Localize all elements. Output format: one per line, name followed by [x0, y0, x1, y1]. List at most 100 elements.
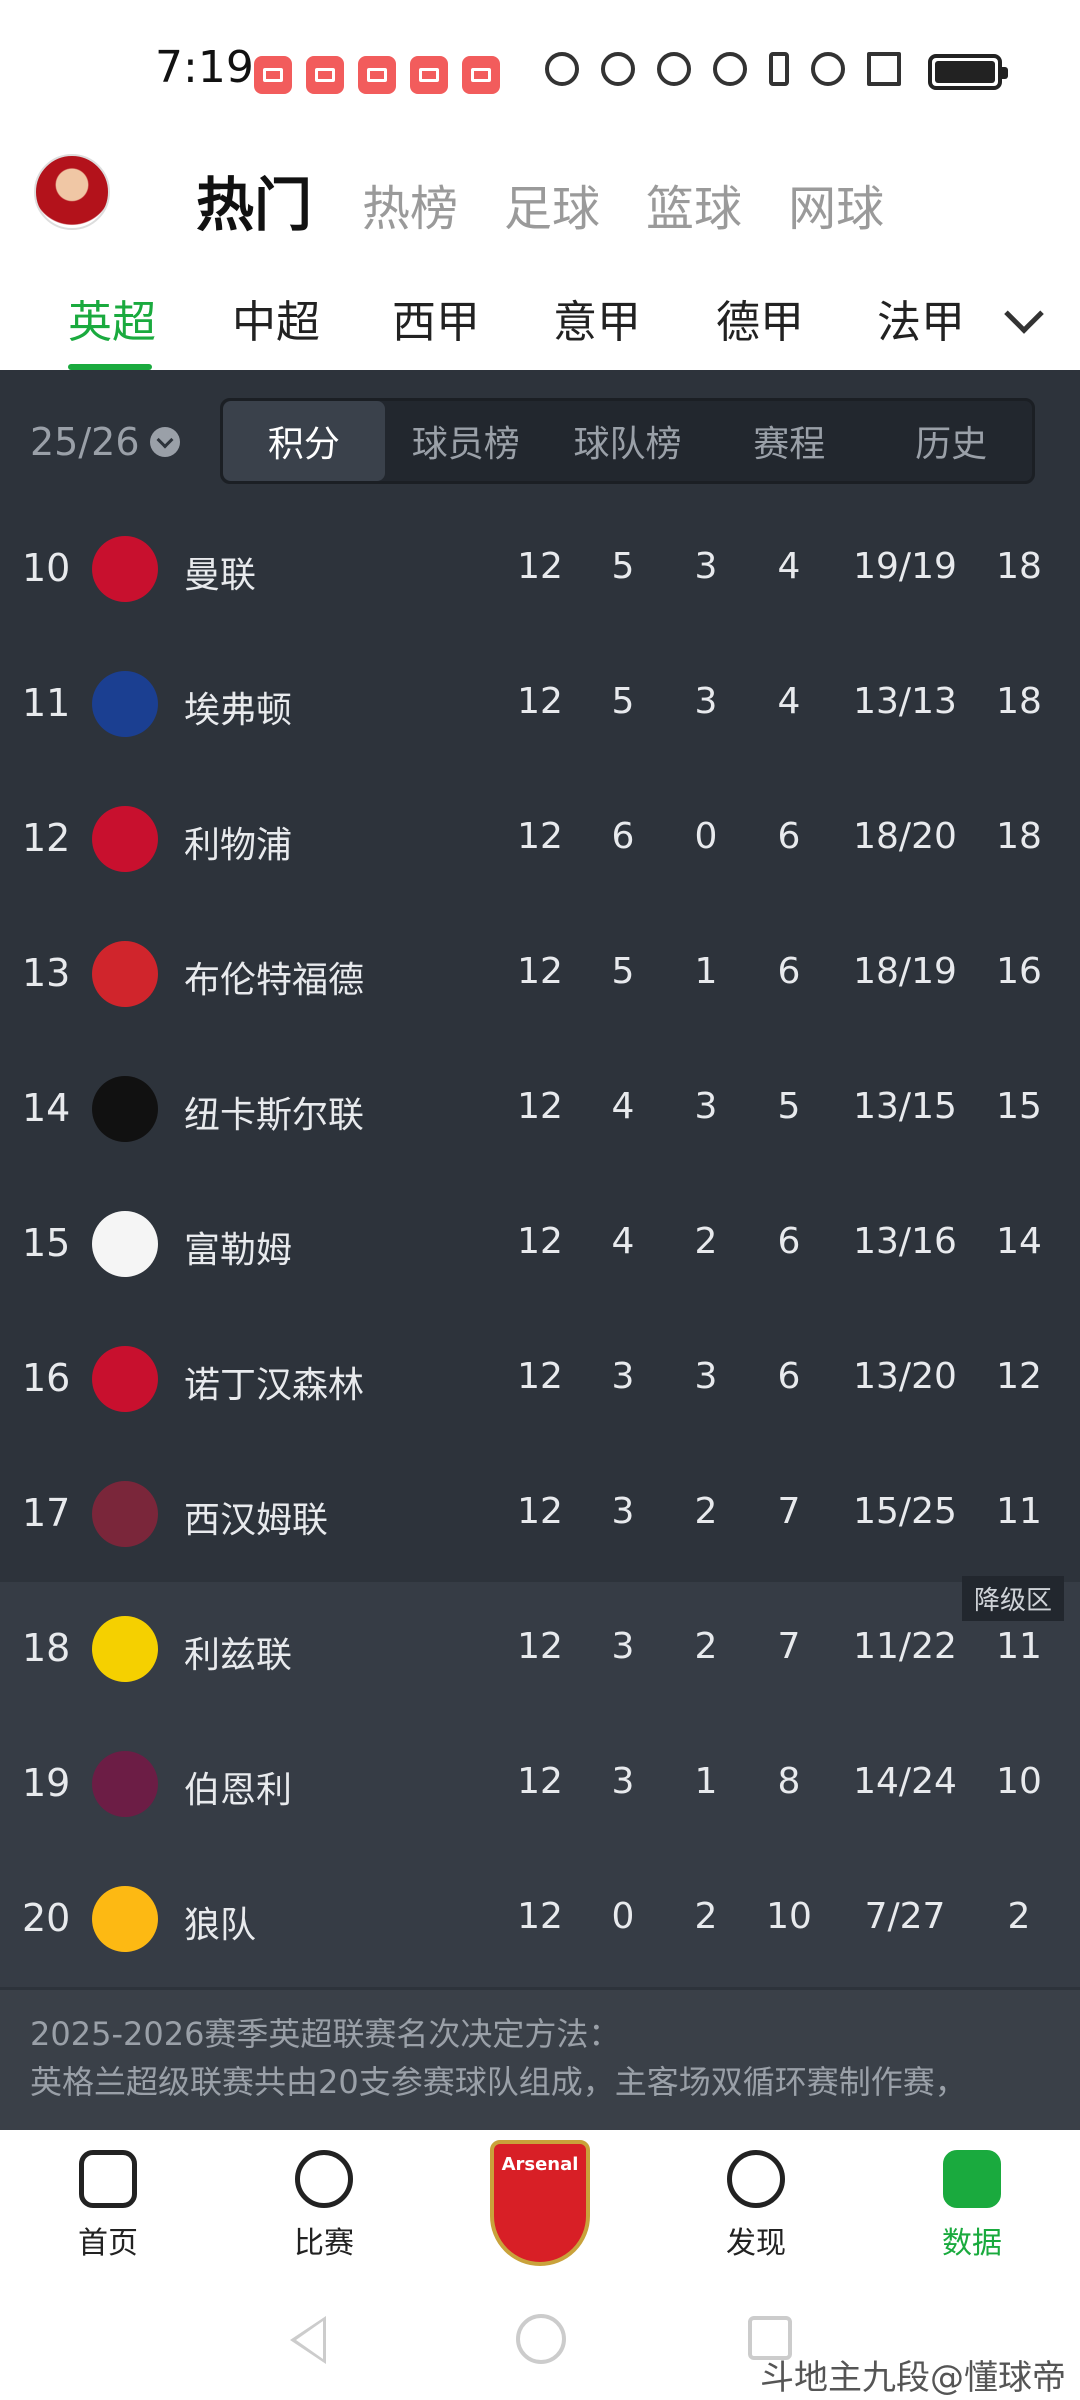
chevron-down-icon[interactable]	[1004, 294, 1044, 334]
table-row[interactable]: 12 利物浦 12 6 0 6 18/20 18	[0, 772, 1080, 907]
league-tab-premier[interactable]: 英超	[68, 286, 156, 350]
nav-matches[interactable]: 比赛	[264, 2150, 384, 2262]
table-row[interactable]: 14 纽卡斯尔联 12 4 3 5 13/15 15	[0, 1042, 1080, 1177]
eye-icon	[657, 52, 691, 86]
losses-cell: 4	[777, 546, 801, 587]
team-name: 诺丁汉森林	[184, 1365, 365, 1406]
tab-basketball[interactable]: 篮球	[646, 169, 742, 239]
seg-standings[interactable]: 积分	[223, 401, 385, 481]
team-crest-icon	[92, 1751, 158, 1817]
tab-trending[interactable]: 热榜	[362, 169, 458, 239]
team-crest-icon	[92, 941, 158, 1007]
standings-panel: 25/26 积分 球员榜 球队榜 赛程 历史 10 曼联 12 5 3 4 19/19 18 1…	[0, 370, 1080, 2140]
points-cell: 15	[996, 1086, 1042, 1127]
team-name: 西汉姆联	[184, 1500, 329, 1541]
played-cell: 12	[517, 1896, 563, 1937]
league-tab-ligue1[interactable]: 法甲	[877, 286, 965, 350]
home-circle-icon[interactable]	[516, 2314, 566, 2364]
losses-cell: 6	[777, 1356, 801, 1397]
goals-cell: 7/27	[864, 1896, 946, 1937]
goals-cell: 15/25	[853, 1491, 957, 1532]
rules-body: 英格兰超级联赛共由20支参赛球队组成，主客场双循环赛制作赛，	[30, 2063, 967, 2101]
draws-cell: 0	[694, 816, 718, 857]
app-notif-icon	[462, 56, 500, 94]
points-cell: 12	[996, 1356, 1042, 1397]
nav-home[interactable]: 首页	[48, 2150, 168, 2262]
nav-home-label: 首页	[78, 2226, 138, 2261]
team-crest-icon	[92, 1076, 158, 1142]
team-crest-icon	[92, 1616, 158, 1682]
table-row[interactable]: 13 布伦特福德 12 5 1 6 18/19 16	[0, 907, 1080, 1042]
points-cell: 10	[996, 1761, 1042, 1802]
wins-cell: 3	[611, 1491, 635, 1532]
draws-cell: 3	[694, 546, 718, 587]
goals-cell: 18/19	[853, 951, 957, 992]
n-icon	[713, 52, 747, 86]
chevron-down-icon	[149, 427, 180, 457]
losses-cell: 5	[777, 1086, 801, 1127]
wins-cell: 6	[611, 816, 635, 857]
league-tab-seriea[interactable]: 意甲	[553, 286, 641, 350]
table-row[interactable]: 11 埃弗顿 12 5 3 4 13/13 18	[0, 637, 1080, 772]
tab-tennis[interactable]: 网球	[788, 169, 884, 239]
draws-cell: 3	[694, 681, 718, 722]
nav-discover[interactable]: 发现	[696, 2150, 816, 2262]
team-crest-icon	[92, 1211, 158, 1277]
table-row[interactable]: 16 诺丁汉森林 12 3 3 6 13/20 12	[0, 1312, 1080, 1447]
rank-cell: 19	[22, 1761, 71, 1805]
team-crest-icon	[92, 671, 158, 737]
played-cell: 12	[517, 1356, 563, 1397]
nav-data-label: 数据	[942, 2226, 1002, 2261]
rank-cell: 20	[22, 1896, 71, 1940]
arsenal-crest-icon[interactable]: Arsenal	[490, 2140, 590, 2266]
team-crest-icon	[92, 1346, 158, 1412]
wins-cell: 5	[611, 951, 635, 992]
team-crest-icon	[92, 536, 158, 602]
team-crest-icon	[92, 1481, 158, 1547]
played-cell: 12	[517, 1221, 563, 1262]
back-icon[interactable]	[290, 2316, 326, 2364]
app-notif-icon	[358, 56, 396, 94]
top-header: 热门 热榜 足球 篮球 网球	[0, 140, 1080, 250]
nav-data[interactable]: 数据	[912, 2150, 1032, 2262]
draws-cell: 3	[694, 1356, 718, 1397]
seg-fixtures[interactable]: 赛程	[708, 401, 870, 481]
rank-cell: 17	[22, 1491, 71, 1535]
user-avatar[interactable]	[34, 154, 110, 230]
goals-cell: 13/15	[853, 1086, 957, 1127]
goals-cell: 11/22	[853, 1626, 957, 1667]
draws-cell: 1	[694, 951, 718, 992]
seg-teams[interactable]: 球队榜	[547, 401, 709, 481]
rank-cell: 16	[22, 1356, 71, 1400]
points-cell: 18	[996, 816, 1042, 857]
table-row[interactable]: 19 伯恩利 12 3 1 8 14/24 10	[0, 1717, 1080, 1852]
points-cell: 11	[996, 1626, 1042, 1667]
battery-icon	[928, 54, 1008, 90]
losses-cell: 7	[777, 1491, 801, 1532]
watermark-text: 斗地主九段@懂球帝	[760, 2358, 1066, 2398]
league-tab-bundesliga[interactable]: 德甲	[716, 286, 804, 350]
league-tab-csl[interactable]: 中超	[232, 286, 320, 350]
played-cell: 12	[517, 1626, 563, 1667]
season-label: 25/26	[30, 420, 140, 464]
bottom-nav: 首页 比赛 Arsenal 发现 数据	[0, 2130, 1080, 2280]
points-cell: 18	[996, 681, 1042, 722]
seg-history[interactable]: 历史	[870, 401, 1032, 481]
draws-cell: 2	[694, 1491, 718, 1532]
table-row[interactable]: 15 富勒姆 12 4 2 6 13/16 14	[0, 1177, 1080, 1312]
team-name: 狼队	[184, 1905, 257, 1946]
table-row[interactable]: 20 狼队 12 0 2 10 7/27 2	[0, 1852, 1080, 1987]
tab-hot[interactable]: 热门	[196, 158, 312, 242]
table-row[interactable]: 18 利兹联 12 3 2 7 11/22 11 降级区	[0, 1576, 1080, 1717]
home-doc-icon	[79, 2150, 137, 2208]
rank-cell: 12	[22, 816, 71, 860]
top-tabs: 热门 热榜 足球 篮球 网球	[196, 158, 884, 242]
table-row[interactable]: 10 曼联 12 5 3 4 19/19 18	[0, 502, 1080, 637]
season-selector[interactable]: 25/26	[30, 420, 180, 464]
league-tab-laliga[interactable]: 西甲	[392, 286, 480, 350]
goals-cell: 14/24	[853, 1761, 957, 1802]
table-row[interactable]: 17 西汉姆联 12 3 2 7 15/25 11	[0, 1447, 1080, 1582]
tab-football[interactable]: 足球	[504, 169, 600, 239]
losses-cell: 7	[777, 1626, 801, 1667]
seg-players[interactable]: 球员榜	[385, 401, 547, 481]
